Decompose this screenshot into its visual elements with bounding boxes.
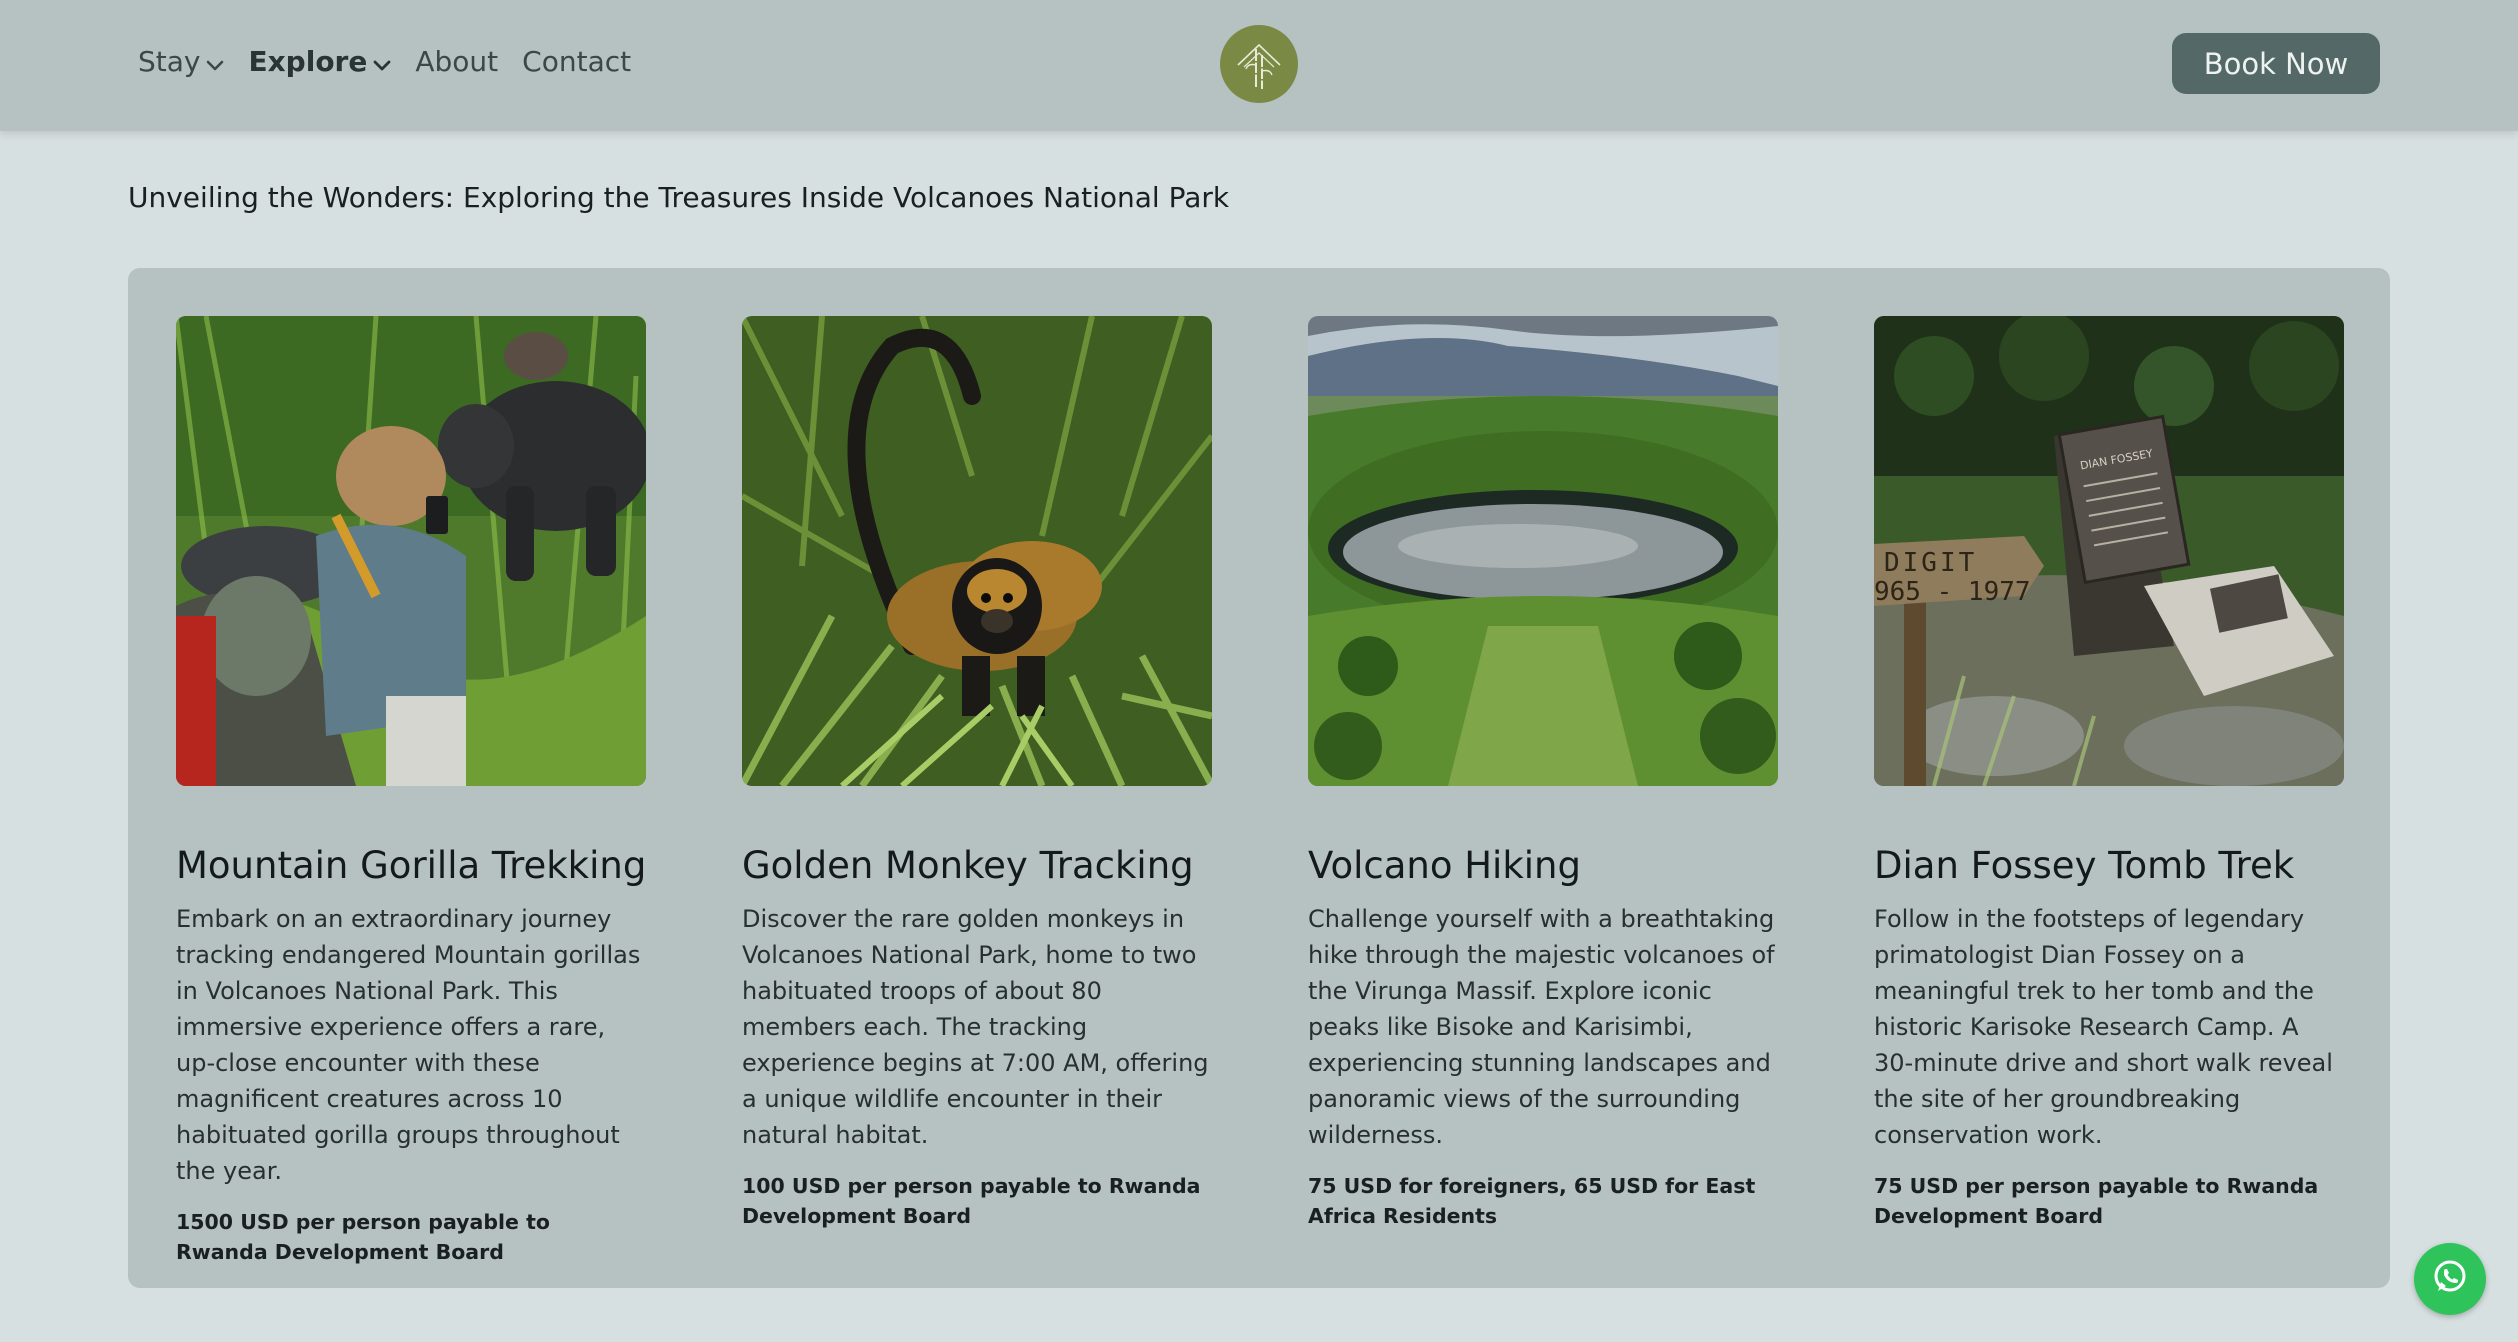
whatsapp-chat-button[interactable]: [2414, 1243, 2486, 1315]
activity-card-golden-monkey[interactable]: Golden Monkey Tracking Discover the rare…: [742, 316, 1212, 1231]
chevron-down-icon: [373, 46, 391, 79]
whatsapp-icon: [2430, 1257, 2470, 1301]
activity-card-fossey-tomb[interactable]: DIAN FOSSEY DIGIT 965 - 1977 Dian Fossey: [1874, 316, 2344, 1231]
activity-card-volcano-hiking[interactable]: Volcano Hiking Challenge yourself with a…: [1308, 316, 1778, 1231]
nav-item-stay-label: Stay: [138, 45, 201, 78]
nav-item-explore-label: Explore: [248, 45, 368, 78]
site-header: Stay Explore About Contact Book Now: [0, 0, 2518, 131]
fossey-tomb-photo-icon: DIAN FOSSEY DIGIT 965 - 1977: [1874, 316, 2344, 786]
main-nav: Stay Explore About Contact: [138, 44, 655, 79]
nav-item-about[interactable]: About: [415, 45, 498, 78]
activities-panel: Mountain Gorilla Trekking Embark on an e…: [128, 268, 2390, 1288]
card-title: Dian Fossey Tomb Trek: [1874, 844, 2295, 887]
nav-item-contact[interactable]: Contact: [522, 45, 631, 78]
activity-card-gorilla[interactable]: Mountain Gorilla Trekking Embark on an e…: [176, 316, 646, 1267]
crater-lake-photo-icon: [1308, 316, 1778, 786]
card-price: 1500 USD per person payable to Rwanda De…: [176, 1210, 550, 1264]
card-description: Discover the rare golden monkeys in Volc…: [742, 905, 1209, 1149]
card-price: 75 USD per person payable to Rwanda Deve…: [1874, 1174, 2319, 1228]
card-price: 100 USD per person payable to Rwanda Dev…: [742, 1174, 1201, 1228]
card-title: Mountain Gorilla Trekking: [176, 844, 647, 887]
card-price: 75 USD for foreigners, 65 USD for East A…: [1308, 1174, 1756, 1228]
card-description: Follow in the footsteps of legendary pri…: [1874, 905, 2333, 1149]
bamboo-logo-icon[interactable]: [1220, 25, 1298, 103]
book-now-button[interactable]: Book Now: [2172, 33, 2380, 94]
card-title: Golden Monkey Tracking: [742, 844, 1194, 887]
card-description: Embark on an extraordinary journey track…: [176, 905, 641, 1185]
nav-item-contact-label: Contact: [522, 45, 632, 78]
svg-text:965 - 1977: 965 - 1977: [1874, 577, 2031, 607]
card-title: Volcano Hiking: [1308, 844, 1581, 887]
gorilla-trekking-photo-icon: [176, 316, 646, 786]
chevron-down-icon: [206, 46, 224, 79]
nav-item-about-label: About: [415, 45, 499, 78]
page-title: Unveiling the Wonders: Exploring the Tre…: [128, 181, 1230, 214]
svg-text:DIGIT: DIGIT: [1884, 548, 1977, 578]
nav-item-explore[interactable]: Explore: [248, 44, 391, 79]
card-description: Challenge yourself with a breathtaking h…: [1308, 905, 1775, 1149]
nav-item-stay[interactable]: Stay: [138, 44, 224, 79]
golden-monkey-photo-icon: [742, 316, 1212, 786]
